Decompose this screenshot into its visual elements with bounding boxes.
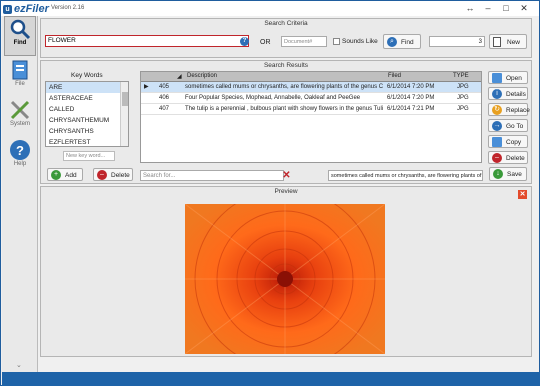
find-button[interactable]: ⌕ Find xyxy=(383,34,421,49)
help-icon: ? xyxy=(10,140,30,160)
new-document-icon xyxy=(493,37,501,47)
table-row[interactable]: 406 Four Popular Species, Mophead, Annab… xyxy=(141,93,481,104)
scrollbar[interactable] xyxy=(120,82,128,146)
window-controls: ↔ – □ ✕ xyxy=(461,3,533,14)
list-item[interactable]: EZFLERTEST xyxy=(46,137,128,146)
save-button[interactable]: ↓ Save xyxy=(489,167,527,181)
maximize-icon[interactable]: □ xyxy=(497,3,515,13)
magnifier-icon xyxy=(10,19,31,40)
column-header[interactable]: Filed xyxy=(388,73,401,79)
search-icon: ⌕ xyxy=(387,37,397,47)
tools-icon xyxy=(10,100,30,120)
app-window: u ezFiler Version 2.16 ↔ – □ ✕ Find File Sys… xyxy=(0,0,540,386)
results-table: ◢ Description Filed TYPE ▶ 405 sometimes… xyxy=(140,71,482,163)
goto-button[interactable]: → Go To xyxy=(488,119,528,132)
details-button[interactable]: i Details xyxy=(488,87,528,100)
table-row[interactable]: 407 The tulip is a perennial , bulbous p… xyxy=(141,104,481,115)
panel-title: Preview xyxy=(274,188,298,195)
sidebar-item-find[interactable]: Find xyxy=(4,16,36,56)
result-count: 3 xyxy=(429,36,485,47)
sidebar-item-label: System xyxy=(9,121,30,127)
copy-button[interactable]: Copy xyxy=(488,135,528,148)
list-item[interactable]: CALLED xyxy=(46,104,128,115)
sidebar: Find File System ? Help ⌄ xyxy=(2,16,38,372)
panel-title: Search Criteria xyxy=(264,20,308,27)
copy-icon xyxy=(492,137,502,147)
app-version: Version 2.16 xyxy=(51,5,85,11)
search-input[interactable]: FLOWER? xyxy=(45,35,249,47)
keywords-label: Key Words xyxy=(71,72,103,79)
close-icon[interactable]: ✕ xyxy=(518,190,527,199)
preview-panel: Preview ✕ xyxy=(40,186,532,357)
sidebar-item-help[interactable]: ? Help xyxy=(4,138,36,172)
panel-title: Search Results xyxy=(263,62,309,69)
list-item[interactable]: ASTERACEAE xyxy=(46,93,128,104)
new-button[interactable]: New xyxy=(489,34,527,49)
delete-button[interactable]: – Delete xyxy=(488,151,528,164)
scrollbar-thumb[interactable] xyxy=(122,92,128,106)
folder-icon xyxy=(492,73,502,83)
sidebar-item-label: Find xyxy=(13,40,27,46)
minimize-icon[interactable]: – xyxy=(479,3,497,13)
svg-text:?: ? xyxy=(16,143,24,158)
clear-icon[interactable]: ✕ xyxy=(281,170,292,181)
keywords-list[interactable]: ARE ASTERACEAE CALLED CHRYSANTHEMUM CHRY… xyxy=(45,81,129,147)
list-item[interactable]: ARE xyxy=(46,82,128,93)
delete-keyword-button[interactable]: – Delete xyxy=(93,168,133,181)
document-number-input[interactable]: Document# xyxy=(281,36,327,47)
search-for-input[interactable]: Search for... xyxy=(140,170,284,181)
resize-icon[interactable]: ↔ xyxy=(461,3,479,13)
chevron-down-icon[interactable]: ⌄ xyxy=(16,361,22,369)
replace-button[interactable]: ↻ Replace xyxy=(488,103,530,116)
sounds-like-checkbox[interactable] xyxy=(333,38,340,45)
help-icon[interactable]: ? xyxy=(240,37,249,46)
list-item[interactable]: CHRYSANTHS xyxy=(46,126,128,137)
minus-icon: – xyxy=(492,153,502,163)
status-bar xyxy=(2,372,540,386)
search-criteria-panel: Search Criteria FLOWER? OR Document# Sou… xyxy=(40,18,532,58)
replace-icon: ↻ xyxy=(492,105,502,115)
search-results-panel: Search Results Key Words ARE ASTERACEAE … xyxy=(40,60,532,184)
sounds-like-label: Sounds Like xyxy=(342,38,378,45)
column-header[interactable]: Description xyxy=(187,73,217,79)
open-button[interactable]: Open xyxy=(488,71,528,84)
sidebar-item-label: File xyxy=(15,81,25,87)
sidebar-item-system[interactable]: System xyxy=(4,98,36,132)
file-icon xyxy=(12,60,28,80)
close-icon[interactable]: ✕ xyxy=(515,3,533,14)
sidebar-item-file[interactable]: File xyxy=(4,58,36,92)
sort-icon: ◢ xyxy=(177,74,182,80)
column-header[interactable]: TYPE xyxy=(453,73,469,79)
app-logo: u ezFiler xyxy=(3,3,49,15)
table-header: ◢ Description Filed TYPE xyxy=(141,72,481,82)
minus-icon: – xyxy=(97,170,107,180)
description-field[interactable]: sometimes called mums or chrysanths, are… xyxy=(328,170,483,181)
flower-image xyxy=(185,204,385,354)
info-icon: i xyxy=(492,89,502,99)
plus-icon: + xyxy=(51,170,61,180)
add-keyword-button[interactable]: + Add xyxy=(47,168,83,181)
arrow-right-icon: → xyxy=(492,121,502,131)
list-item[interactable]: CHRYSANTHEMUM xyxy=(46,115,128,126)
table-row[interactable]: ▶ 405 sometimes called mums or chrysanth… xyxy=(141,82,481,93)
title-bar: u ezFiler Version 2.16 ↔ – □ ✕ xyxy=(1,1,539,16)
save-icon: ↓ xyxy=(493,169,503,179)
or-label: OR xyxy=(260,39,271,46)
new-keyword-input[interactable]: New key word... xyxy=(63,151,115,161)
row-pointer-icon: ▶ xyxy=(144,84,149,90)
sidebar-item-label: Help xyxy=(13,161,27,167)
